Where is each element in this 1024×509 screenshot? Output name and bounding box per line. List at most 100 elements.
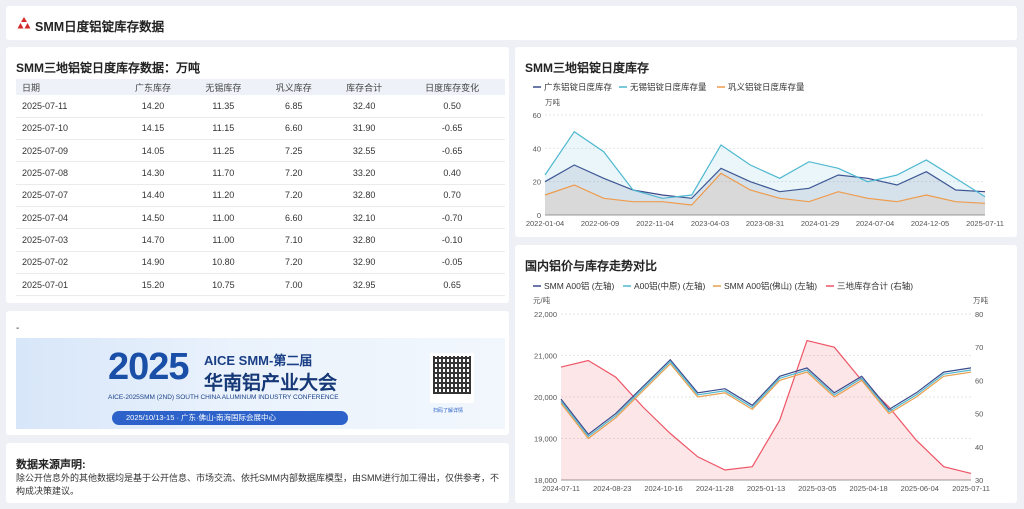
table-column-header: 日度库存变化 bbox=[425, 82, 480, 93]
table-row: 2025-07-03 14.70 11.00 7.10 32.80 -0.10 bbox=[16, 229, 505, 252]
source-text: 除公开信息外的其他数据均是基于公开信息、市场交流、依托SMM内部数据库模型，由S… bbox=[16, 473, 499, 496]
inventory-table: 日期 广东库存 无锡库存 巩义库存 库存合计 日度库存变化 2025-07-11 14.20… bbox=[16, 79, 505, 296]
y2-tick-label: 30 bbox=[975, 476, 983, 485]
y-tick-label: 19,000 bbox=[534, 435, 557, 444]
x-tick-label: 2024-08-23 bbox=[593, 484, 631, 493]
table-cell: 2025-07-09 bbox=[22, 145, 69, 156]
table-cell: 11.00 bbox=[212, 212, 235, 223]
table-cell: -0.10 bbox=[441, 234, 463, 245]
page-header: SMM日度铝锭库存数据 bbox=[6, 6, 1017, 40]
table-cell: 7.20 bbox=[285, 168, 303, 179]
table-cell: -0.70 bbox=[441, 212, 463, 223]
y-tick-label: 22,000 bbox=[534, 310, 557, 319]
y-axis-unit-left: 元/吨 bbox=[533, 295, 551, 305]
x-tick-label: 2025-03-05 bbox=[798, 484, 836, 493]
x-tick-label: 2024-07-04 bbox=[856, 219, 894, 228]
table-column-header: 无锡库存 bbox=[205, 82, 242, 93]
table-cell: 14.40 bbox=[141, 190, 165, 201]
table-cell: 0.40 bbox=[443, 168, 461, 179]
table-row: 2025-07-04 14.50 11.00 6.60 32.10 -0.70 bbox=[16, 206, 505, 229]
qr-caption: 扫码了解详情 bbox=[433, 408, 464, 414]
inventory-line-chart: 广东铝锭日度库存 无锡铝锭日度库存量 巩义铝锭日度库存量万吨02040602022-… bbox=[526, 82, 1004, 228]
table-cell: 32.95 bbox=[352, 279, 376, 290]
table-cell: 7.10 bbox=[285, 234, 303, 245]
table-cell: 32.80 bbox=[352, 234, 376, 245]
y2-tick-label: 40 bbox=[975, 443, 983, 452]
legend-label: SMM A00铝(佛山) (左轴) bbox=[724, 281, 817, 291]
smm-logo-icon bbox=[17, 17, 31, 29]
table-cell: 6.85 bbox=[285, 100, 303, 111]
table-cell: 0.65 bbox=[443, 279, 461, 290]
legend-label: SMM A00铝 (左轴) bbox=[544, 281, 615, 291]
table-row: 2025-07-02 14.90 10.80 7.20 32.90 -0.05 bbox=[16, 251, 505, 274]
conference-banner[interactable]: 2025 AICE SMM-第二届 华南铝产业大会 AICE-2025SMM (… bbox=[16, 338, 505, 429]
table-title: SMM三地铝锭日度库存数据：万吨 bbox=[16, 61, 200, 75]
table-cell: 2025-07-11 bbox=[22, 100, 68, 111]
y-tick-label: 60 bbox=[533, 111, 541, 120]
table-cell: 32.10 bbox=[352, 212, 376, 223]
inventory-chart-card: SMM三地铝锭日度库存 广东铝锭日度库存 无锡铝锭日度库存量 巩义铝锭日度库存量 万吨… bbox=[515, 47, 1017, 237]
y-tick-label: 21,000 bbox=[534, 352, 557, 361]
table-cell: 0.70 bbox=[443, 190, 461, 201]
source-title: 数据来源声明: bbox=[16, 459, 86, 471]
table-column-header: 库存合计 bbox=[346, 82, 383, 93]
x-tick-label: 2025-07-11 bbox=[952, 484, 990, 493]
legend-label: A00铝(中原) (左轴) bbox=[634, 281, 705, 291]
table-row: 2025-07-11 14.20 11.35 6.85 32.40 0.50 bbox=[16, 95, 505, 118]
table-cell: 14.50 bbox=[141, 212, 165, 223]
table-cell: 2025-07-08 bbox=[22, 168, 69, 179]
y2-tick-label: 70 bbox=[975, 343, 983, 352]
table-cell: 14.90 bbox=[141, 257, 165, 268]
y-tick-label: 40 bbox=[533, 144, 541, 153]
banner-line2: 华南铝产业大会 bbox=[204, 373, 338, 394]
table-cell: 14.15 bbox=[141, 123, 165, 134]
table-cell: 14.20 bbox=[141, 100, 165, 111]
table-cell: 11.70 bbox=[212, 168, 235, 179]
y-axis-unit-right: 万吨 bbox=[973, 295, 988, 305]
table-cell: 32.55 bbox=[352, 145, 376, 156]
table-cell: 0.50 bbox=[443, 100, 461, 111]
qr-code-icon bbox=[430, 353, 474, 403]
table-cell: 11.20 bbox=[212, 190, 235, 201]
table-cell: 2025-07-03 bbox=[22, 234, 69, 245]
banner-date: 2025/10/13-15 · 广东·佛山-南海国际会展中心 bbox=[112, 411, 348, 425]
table-cell: 6.60 bbox=[285, 212, 303, 223]
table-body: 2025-07-11 14.20 11.35 6.85 32.40 0.50 2025-07… bbox=[16, 95, 505, 296]
banner-line3: AICE-2025SMM (2ND) SOUTH CHINA ALUMINUM … bbox=[108, 394, 339, 401]
x-tick-label: 2024-12-05 bbox=[911, 219, 949, 228]
table-row: 2025-07-09 14.05 11.25 7.25 32.55 -0.65 bbox=[16, 140, 505, 162]
source-statement-card: 数据来源声明: 除公开信息外的其他数据均是基于公开信息、市场交流、依托SMM内部… bbox=[6, 443, 509, 503]
table-cell: 2025-07-02 bbox=[22, 257, 69, 268]
x-tick-label: 2023-08-31 bbox=[746, 219, 784, 228]
table-row: 2025-07-10 14.15 11.15 6.60 31.90 -0.65 bbox=[16, 117, 505, 140]
x-tick-label: 2022-01-04 bbox=[526, 219, 564, 228]
y-axis-unit: 万吨 bbox=[545, 97, 560, 107]
table-cell: -0.65 bbox=[441, 123, 463, 134]
legend-label: 广东铝锭日度库存 bbox=[544, 82, 613, 92]
y-tick-label: 20 bbox=[533, 178, 541, 187]
y2-tick-label: 50 bbox=[975, 410, 983, 419]
table-row: 2025-07-08 14.30 11.70 7.20 33.20 0.40 bbox=[16, 162, 505, 185]
y-tick-label: 20,000 bbox=[534, 393, 557, 402]
table-column-header: 巩义库存 bbox=[275, 82, 312, 93]
inventory-table-card: SMM三地铝锭日度库存数据：万吨 日期 广东库存 无锡库存 巩义库存 库存合计 日度库存变… bbox=[6, 47, 509, 303]
conference-banner-card: - 2025 AICE SMM-第二届 华南铝产业大会 AICE-2025SMM… bbox=[6, 311, 509, 435]
x-tick-label: 2022-06-09 bbox=[581, 219, 619, 228]
table-cell: 32.90 bbox=[352, 257, 376, 268]
price-inventory-chart-card: 国内铝价与库存走势对比 SMM A00铝 (左轴) A00铝(中原) (左轴) SM… bbox=[515, 245, 1017, 503]
table-cell: 11.35 bbox=[212, 100, 235, 111]
table-cell: 6.60 bbox=[285, 123, 303, 134]
x-tick-label: 2024-10-16 bbox=[644, 484, 682, 493]
table-cell: 11.25 bbox=[212, 145, 235, 156]
table-cell: 14.05 bbox=[141, 145, 165, 156]
y2-tick-label: 60 bbox=[975, 376, 983, 385]
x-tick-label: 2025-04-18 bbox=[849, 484, 887, 493]
x-tick-label: 2025-07-11 bbox=[966, 219, 1004, 228]
x-tick-label: 2024-11-28 bbox=[696, 484, 734, 493]
x-tick-label: 2024-07-11 bbox=[542, 484, 580, 493]
table-cell: 2025-07-01 bbox=[22, 279, 69, 290]
table-cell: 10.80 bbox=[212, 257, 235, 268]
legend-label: 无锡铝锭日度库存量 bbox=[630, 82, 707, 92]
legend-label: 巩义铝锭日度库存量 bbox=[728, 82, 805, 92]
table-column-header: 广东库存 bbox=[134, 82, 171, 93]
